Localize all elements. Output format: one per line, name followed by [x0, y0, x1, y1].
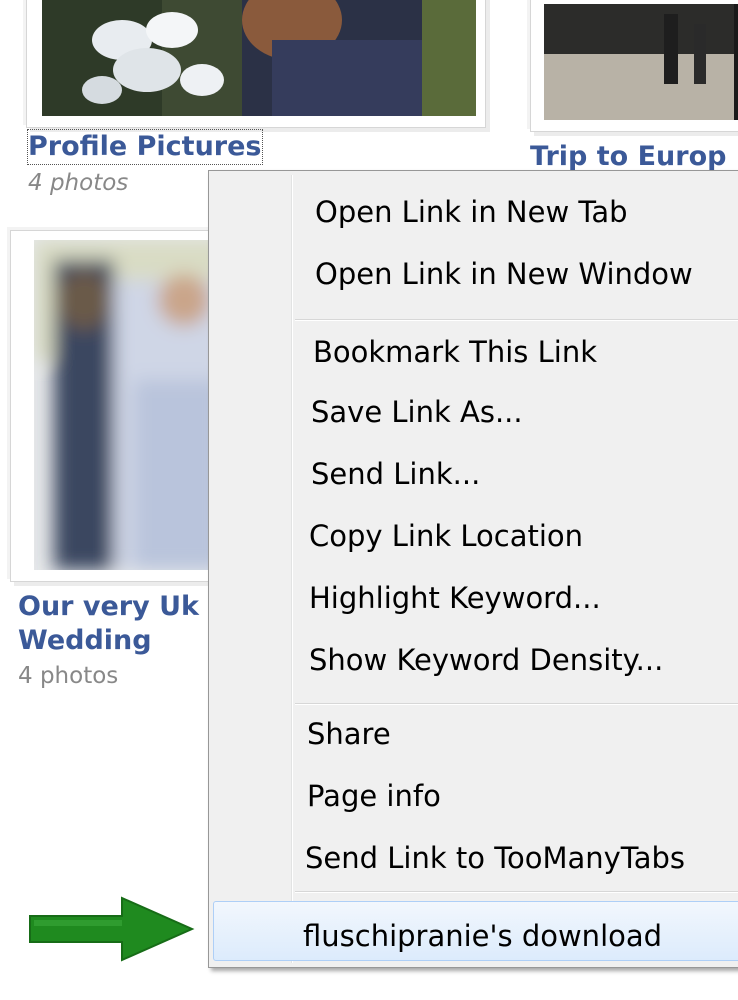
menu-item-open-link-new-tab[interactable]: Open Link in New Tab	[315, 195, 628, 229]
menu-item-show-keyword-density[interactable]: Show Keyword Density...	[309, 643, 663, 677]
wedding-photo-image	[34, 240, 224, 570]
album-photo-count: 4 photos	[18, 663, 119, 689]
context-menu: Open Link in New Tab Open Link in New Wi…	[208, 170, 738, 968]
menu-item-page-info[interactable]: Page info	[307, 779, 441, 813]
flowers-photo-image	[42, 0, 476, 116]
menu-item-save-link-as[interactable]: Save Link As...	[311, 395, 523, 429]
album-trip-to-europe[interactable]: Trip to Europ	[520, 0, 738, 180]
menu-item-highlight-keyword[interactable]: Highlight Keyword...	[309, 581, 601, 615]
album-title-wedding-line2[interactable]: Wedding	[18, 624, 152, 658]
context-menu-gutter	[291, 175, 292, 963]
menu-item-open-link-new-window[interactable]: Open Link in New Window	[315, 257, 693, 291]
menu-separator	[295, 319, 738, 320]
album-title-profile-pictures[interactable]: Profile Pictures	[27, 129, 263, 165]
menu-item-send-link[interactable]: Send Link...	[311, 457, 480, 491]
menu-item-download[interactable]: fluschipranie's download	[303, 919, 662, 953]
right-arrow-icon	[26, 896, 196, 966]
menu-separator	[295, 891, 738, 892]
menu-item-bookmark-link[interactable]: Bookmark This Link	[313, 335, 597, 369]
menu-item-copy-link-location[interactable]: Copy Link Location	[309, 519, 583, 553]
album-photo-count: 4 photos	[28, 170, 129, 196]
menu-item-share[interactable]: Share	[307, 717, 391, 751]
street-photo-image	[544, 4, 738, 120]
menu-separator	[295, 703, 738, 704]
album-title-trip-to-europe[interactable]: Trip to Europ	[530, 140, 726, 174]
album-wedding[interactable]: Our very Uk Wedding 4 photos	[0, 220, 240, 700]
album-cover-photo[interactable]	[34, 240, 224, 570]
album-title-wedding-line1[interactable]: Our very Uk	[18, 590, 199, 624]
album-cover-photo[interactable]	[544, 4, 738, 120]
menu-item-send-link-toomanytabs[interactable]: Send Link to TooManyTabs	[305, 841, 685, 875]
album-cover-photo[interactable]	[42, 0, 476, 116]
